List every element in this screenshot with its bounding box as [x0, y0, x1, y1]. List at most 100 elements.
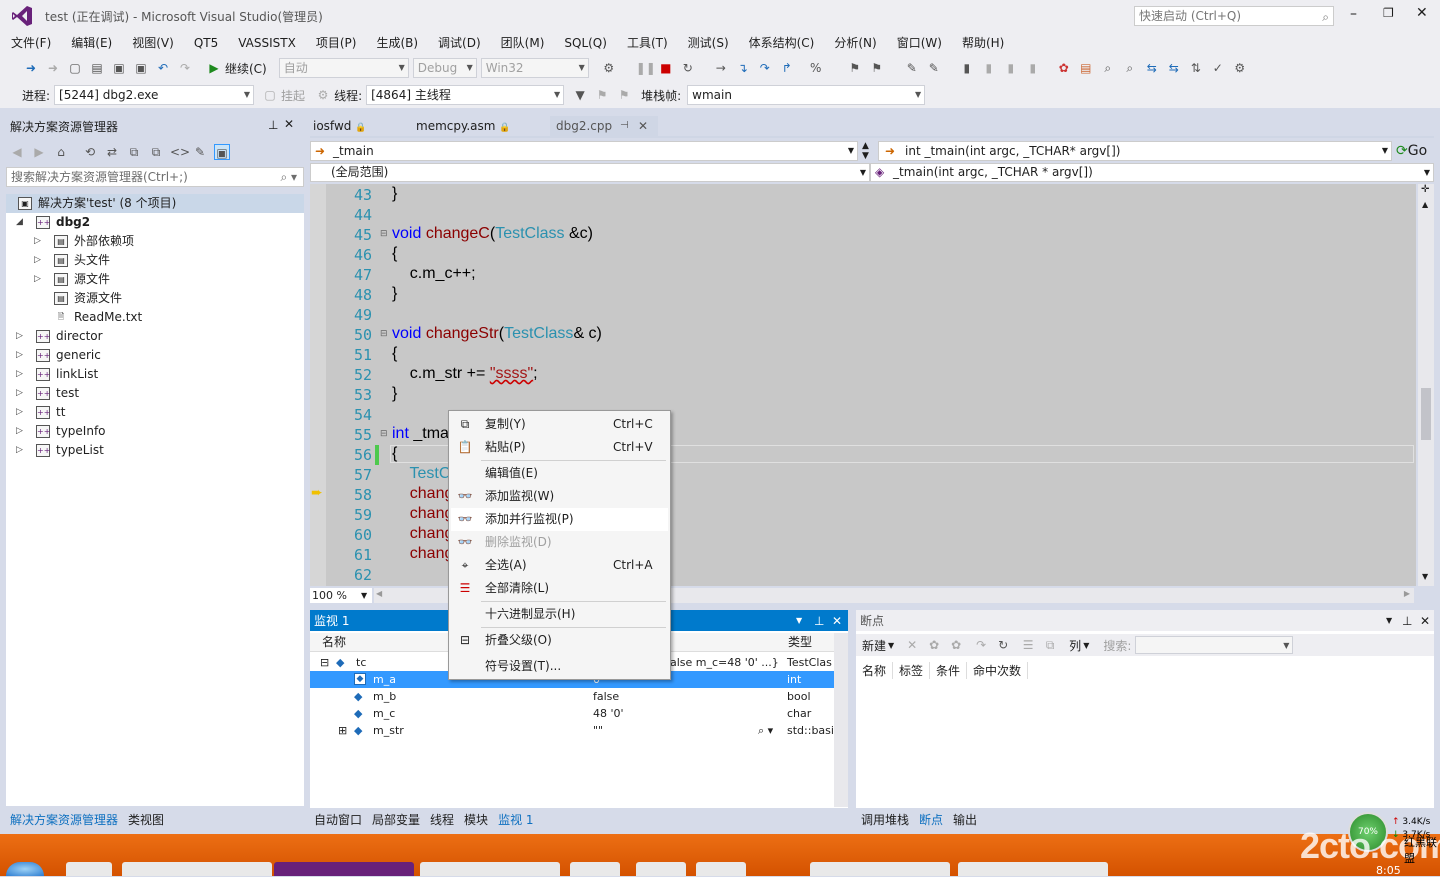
menu-item-add-watch[interactable]: 👓 添加监视(W): [451, 485, 668, 508]
tree-item-solution[interactable]: ▣ 解决方案'test' (8 个项目): [6, 194, 304, 213]
vax-tool-icon[interactable]: ⌕: [1100, 60, 1116, 76]
tab-breakpoints[interactable]: 断点: [919, 811, 943, 828]
sync-icon[interactable]: ⇄: [104, 144, 120, 160]
taskbar-app[interactable]: [810, 862, 950, 876]
tree-item-project[interactable]: ▷ ++ test: [6, 384, 304, 403]
tree-item-readme[interactable]: 🗎 ReadMe.txt: [6, 308, 304, 327]
menu-architecture[interactable]: 体系结构(C): [739, 33, 825, 53]
stack-frame-combo[interactable]: wmain ▼: [687, 85, 926, 105]
pause-icon[interactable]: ❚❚: [636, 60, 656, 76]
menu-debug[interactable]: 调试(D): [428, 33, 491, 53]
watch-row[interactable]: ◆ m_b false bool: [310, 688, 834, 705]
vax-tool-icon[interactable]: ✿: [1056, 60, 1072, 76]
tab-class-view[interactable]: 类视图: [128, 811, 164, 828]
pin-icon[interactable]: ⊥: [268, 118, 278, 132]
dropdown-icon[interactable]: ▼: [1386, 616, 1392, 625]
menu-qt5[interactable]: QT5: [184, 33, 228, 53]
scope-nav-left[interactable]: (全局范围) ▼: [310, 163, 870, 182]
vax-tool-icon[interactable]: ⇆: [1166, 60, 1182, 76]
properties-icon[interactable]: ✎: [192, 144, 208, 160]
menu-project[interactable]: 项目(P): [306, 33, 367, 53]
show-next-icon[interactable]: →: [713, 60, 729, 76]
scroll-thumb[interactable]: [1421, 388, 1431, 440]
bookmark-prev-icon[interactable]: ▮: [981, 60, 997, 76]
tree-item-project[interactable]: ▷ ++ typeList: [6, 441, 304, 460]
suspend-label[interactable]: 挂起: [281, 87, 305, 104]
go-button[interactable]: ⟳ Go: [1396, 141, 1427, 161]
collapse-toggle-icon[interactable]: ⊟: [380, 329, 388, 339]
editor-vertical-scrollbar[interactable]: ✛ ▲ ▼: [1418, 184, 1434, 586]
bookmark-clear-icon[interactable]: ▮: [1025, 60, 1041, 76]
menu-view[interactable]: 视图(V): [122, 33, 184, 53]
continue-button[interactable]: 继续(C): [225, 60, 267, 77]
column-header[interactable]: 命中次数: [967, 661, 1029, 679]
collapse-toggle-icon[interactable]: ⊟: [380, 229, 388, 239]
goto-source-icon[interactable]: ↷: [973, 637, 989, 653]
solution-search-input[interactable]: 搜索解决方案资源管理器(Ctrl+;) ⌕ ▾: [6, 167, 304, 187]
menu-item-delete-watch[interactable]: 👓 删除监视(D): [451, 531, 668, 554]
play-icon[interactable]: ▶: [206, 60, 222, 76]
menu-team[interactable]: 团队(M): [491, 33, 555, 53]
goto-disasm-icon[interactable]: ↻: [995, 637, 1011, 653]
open-file-icon[interactable]: ▤: [89, 60, 105, 76]
vax-tool-icon[interactable]: ⚙: [1232, 60, 1248, 76]
tab-watch1[interactable]: 监视 1: [498, 811, 533, 828]
collapse-toggle-icon[interactable]: ⊟: [380, 429, 388, 439]
collapse-all-icon[interactable]: ⧉: [126, 144, 142, 160]
start-button[interactable]: [6, 862, 44, 876]
menu-item-paste[interactable]: 📋 粘贴(P) Ctrl+V: [451, 436, 668, 459]
bookmark-next-icon[interactable]: ▮: [1003, 60, 1019, 76]
save-all-icon[interactable]: ▣: [133, 60, 149, 76]
menu-item-select-all[interactable]: ⌖ 全选(A) Ctrl+A: [451, 554, 668, 577]
column-header[interactable]: 标签: [893, 661, 931, 679]
tree-item-project[interactable]: ▷ ++ typeInfo: [6, 422, 304, 441]
tree-item-header-files[interactable]: ▷ ▤ 头文件: [6, 251, 304, 270]
code-icon[interactable]: <>: [170, 144, 190, 160]
home-icon[interactable]: ⌂: [53, 144, 69, 160]
close-icon[interactable]: ✕: [832, 614, 842, 628]
column-name-header[interactable]: 名称: [322, 633, 346, 652]
menu-file[interactable]: 文件(F): [1, 33, 61, 53]
split-icon[interactable]: ✛: [1421, 184, 1429, 195]
redo-icon[interactable]: ↷: [177, 60, 193, 76]
step-into-icon[interactable]: ↴: [735, 60, 751, 76]
preview-icon[interactable]: ▣: [214, 144, 230, 160]
tab-output[interactable]: 输出: [953, 811, 977, 828]
clock[interactable]: 8:05: [1376, 864, 1401, 877]
vax-tool-icon[interactable]: ▤: [1078, 60, 1094, 76]
menu-test[interactable]: 测试(S): [678, 33, 739, 53]
delete-all-icon[interactable]: ✿: [926, 637, 942, 653]
taskbar-app[interactable]: [958, 862, 1108, 876]
breakpoint-search-combo[interactable]: ▼: [1135, 636, 1294, 654]
forward-icon[interactable]: ➜: [45, 60, 61, 76]
pin-icon[interactable]: ⊣: [620, 116, 629, 136]
visualizer-search-icon[interactable]: ⌕ ▾: [758, 722, 773, 739]
disable-all-icon[interactable]: ✿: [948, 637, 964, 653]
step-over-icon[interactable]: ↷: [757, 60, 773, 76]
scroll-up-icon[interactable]: ▲: [1422, 200, 1428, 209]
vax-tool-icon[interactable]: ⇅: [1188, 60, 1204, 76]
column-header[interactable]: 条件: [930, 661, 968, 679]
attach-icon[interactable]: ⚙: [601, 60, 617, 76]
restart-icon[interactable]: ↻: [680, 60, 696, 76]
menu-item-copy[interactable]: ⧉ 复制(Y) Ctrl+C: [451, 413, 668, 436]
thread-icon[interactable]: ⚙: [315, 87, 331, 103]
comment-icon[interactable]: ✎: [904, 60, 920, 76]
taskbar-app[interactable]: [696, 862, 746, 876]
watch-scrollbar[interactable]: [834, 633, 848, 807]
close-icon[interactable]: ✕: [284, 117, 294, 131]
step-out-icon[interactable]: ↱: [779, 60, 795, 76]
hex-icon[interactable]: %: [808, 60, 824, 76]
close-icon[interactable]: ✕: [1420, 614, 1430, 628]
tab-modules[interactable]: 模块: [464, 811, 488, 828]
tree-item-project[interactable]: ▷ ++ tt: [6, 403, 304, 422]
maximize-button[interactable]: ❐: [1383, 6, 1394, 20]
flag-icon[interactable]: ⚑: [594, 87, 610, 103]
back-icon[interactable]: ◀: [9, 144, 25, 160]
columns-button[interactable]: 列: [1069, 637, 1081, 654]
dropdown-icon[interactable]: ▼: [796, 616, 802, 625]
expand-icon[interactable]: ⊞: [338, 722, 347, 739]
tree-item-project[interactable]: ▷ ++ linkList: [6, 365, 304, 384]
menu-help[interactable]: 帮助(H): [952, 33, 1014, 53]
process-combo[interactable]: [5244] dbg2.exe ▼: [54, 85, 255, 105]
